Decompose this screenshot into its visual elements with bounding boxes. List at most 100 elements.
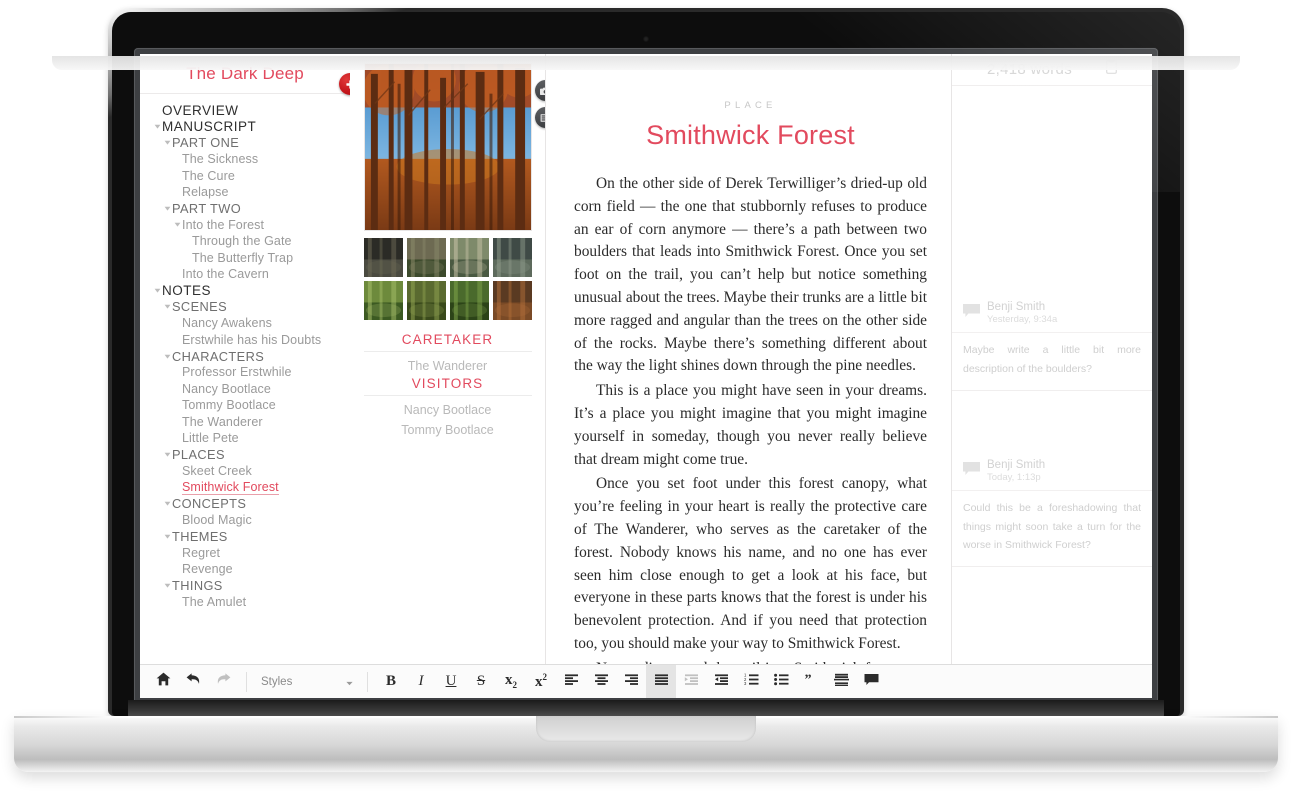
subscript-button-glyph: x2 xyxy=(505,672,517,690)
binder-item-little-pete[interactable]: Little Pete xyxy=(140,430,350,446)
binder-item-scenes[interactable]: SCENES xyxy=(140,299,350,315)
disclosure-triangle-icon[interactable] xyxy=(162,205,172,212)
comment-item[interactable]: Benji Smith Today, 1:13p Could this be a f… xyxy=(952,451,1152,568)
align-left-button[interactable] xyxy=(556,665,586,699)
metadata-value[interactable]: Nancy Bootlace xyxy=(364,400,532,420)
align-center-button[interactable] xyxy=(586,665,616,699)
thumbnail-4[interactable] xyxy=(492,238,532,277)
undo-button[interactable] xyxy=(178,665,208,699)
disclosure-triangle-icon[interactable] xyxy=(172,221,182,228)
lid-inner: The Dark Deep OVERVIEW MANUSCRIPT PART ONE… xyxy=(112,12,1180,716)
superscript-button-glyph: x2 xyxy=(535,672,547,690)
binder-item-things[interactable]: THINGS xyxy=(140,577,350,593)
binder-item-skeet-creek[interactable]: Skeet Creek xyxy=(140,463,350,479)
thumbnail-3[interactable] xyxy=(449,238,489,277)
disclosure-triangle-icon[interactable] xyxy=(162,582,172,589)
binder-item-into-the-cavern[interactable]: Into the Cavern xyxy=(140,266,350,282)
disclosure-triangle-icon[interactable] xyxy=(152,123,162,130)
binder-item-into-the-forest[interactable]: Into the Forest xyxy=(140,217,350,233)
disclosure-triangle-icon[interactable] xyxy=(152,287,162,294)
binder-item-smithwick-forest[interactable]: Smithwick Forest xyxy=(140,479,350,495)
bold-button[interactable]: B xyxy=(376,665,406,699)
align-right-button[interactable] xyxy=(616,665,646,699)
binder-item-nancy-awakens[interactable]: Nancy Awakens xyxy=(140,315,350,331)
thumbnail-6[interactable] xyxy=(406,281,446,320)
horizontal-rule-button[interactable] xyxy=(826,665,856,699)
binder-item-label: The Wanderer xyxy=(182,414,263,429)
thumbnail-1[interactable] xyxy=(363,238,403,277)
disclosure-triangle-icon[interactable] xyxy=(162,500,172,507)
ordered-list-button[interactable]: 123 xyxy=(736,665,766,699)
binder-item-label: SCENES xyxy=(172,299,228,315)
outdent-button[interactable] xyxy=(706,665,736,699)
binder-item-overview[interactable]: OVERVIEW xyxy=(140,102,350,118)
italic-button[interactable]: I xyxy=(406,665,436,699)
gallery-button[interactable] xyxy=(535,107,545,128)
strikethrough-button[interactable]: S xyxy=(466,665,496,699)
chevron-down-icon xyxy=(154,124,160,129)
superscript-button[interactable]: x2 xyxy=(526,665,556,699)
metadata-value[interactable]: The Wanderer xyxy=(364,356,532,376)
binder-item-professor-erstwhile[interactable]: Professor Erstwhile xyxy=(140,364,350,380)
binder-item-characters[interactable]: CHARACTERS xyxy=(140,348,350,364)
binder-item-part-two[interactable]: PART TWO xyxy=(140,200,350,216)
binder-item-the-butterfly-trap[interactable]: The Butterfly Trap xyxy=(140,250,350,266)
thumbnail-7[interactable] xyxy=(449,281,489,320)
comment-button[interactable] xyxy=(856,665,886,699)
blockquote-button[interactable]: ” xyxy=(796,665,826,699)
binder-sidebar: The Dark Deep OVERVIEW MANUSCRIPT PART ONE… xyxy=(140,54,350,664)
binder-item-part-one[interactable]: PART ONE xyxy=(140,135,350,151)
toolbar-separator xyxy=(246,671,247,692)
binder-item-nancy-bootlace[interactable]: Nancy Bootlace xyxy=(140,381,350,397)
subscript-button[interactable]: x2 xyxy=(496,665,526,699)
justify-button[interactable] xyxy=(646,664,676,698)
binder-item-label: Revenge xyxy=(182,562,233,577)
disclosure-triangle-icon[interactable] xyxy=(162,451,172,458)
bullet-list-button[interactable] xyxy=(766,665,796,699)
binder-item-relapse[interactable]: Relapse xyxy=(140,184,350,200)
document-body[interactable]: On the other side of Derek Terwilliger’s… xyxy=(574,173,927,664)
laptop-lid: The Dark Deep OVERVIEW MANUSCRIPT PART ONE… xyxy=(108,8,1184,716)
binder-item-notes[interactable]: NOTES xyxy=(140,282,350,298)
thumbnail-2[interactable] xyxy=(406,238,446,277)
styles-dropdown[interactable]: Styles xyxy=(255,670,359,694)
comment-body[interactable]: Maybe write a little bit more descriptio… xyxy=(952,333,1152,390)
binder-tree[interactable]: OVERVIEW MANUSCRIPT PART ONE The Sickness Th… xyxy=(140,94,350,664)
binder-item-tommy-bootlace[interactable]: Tommy Bootlace xyxy=(140,397,350,413)
binder-item-regret[interactable]: Regret xyxy=(140,545,350,561)
binder-item-concepts[interactable]: CONCEPTS xyxy=(140,495,350,511)
binder-item-places[interactable]: PLACES xyxy=(140,446,350,462)
hero-image[interactable] xyxy=(363,63,532,231)
metadata-value[interactable]: Tommy Bootlace xyxy=(364,420,532,440)
binder-item-through-the-gate[interactable]: Through the Gate xyxy=(140,233,350,249)
binder-item-the-amulet[interactable]: The Amulet xyxy=(140,594,350,610)
editor-content[interactable]: PLACE Smithwick Forest On the other side… xyxy=(546,54,951,664)
binder-item-the-wanderer[interactable]: The Wanderer xyxy=(140,413,350,429)
binder-item-themes[interactable]: THEMES xyxy=(140,528,350,544)
binder-item-revenge[interactable]: Revenge xyxy=(140,561,350,577)
disclosure-triangle-icon[interactable] xyxy=(162,533,172,540)
binder-item-erstwhile-has-his-doubts[interactable]: Erstwhile has his Doubts xyxy=(140,331,350,347)
disclosure-triangle-icon[interactable] xyxy=(162,353,172,360)
home-button[interactable] xyxy=(148,665,178,699)
binder-item-the-sickness[interactable]: The Sickness xyxy=(140,151,350,167)
formatting-toolbar[interactable]: Styles B I U Sx2 x2 1 2 3 ” xyxy=(140,664,1152,698)
disclosure-triangle-icon[interactable] xyxy=(162,303,172,310)
underline-button[interactable]: U xyxy=(436,665,466,699)
binder-item-blood-magic[interactable]: Blood Magic xyxy=(140,512,350,528)
thumbnail-5[interactable] xyxy=(363,281,403,320)
underline-button-glyph: U xyxy=(445,673,457,689)
comment-body[interactable]: Could this be a foreshadowing that thing… xyxy=(952,491,1152,566)
indent-button xyxy=(676,665,706,699)
comment-item[interactable]: Benji Smith Yesterday, 9:34a Maybe write a… xyxy=(952,293,1152,391)
disclosure-triangle-icon[interactable] xyxy=(162,139,172,146)
document-card-panel: CARETAKER The Wanderer VISITORS Nancy Bootl… xyxy=(350,54,546,664)
thumbnail-strip[interactable] xyxy=(363,238,532,320)
comments-list[interactable]: Benji Smith Yesterday, 9:34a Maybe write a… xyxy=(952,86,1152,664)
thumbnail-8[interactable] xyxy=(492,281,532,320)
binder-item-label: The Sickness xyxy=(182,152,259,167)
binder-item-manuscript[interactable]: MANUSCRIPT xyxy=(140,118,350,134)
camera-button[interactable] xyxy=(535,80,545,101)
chevron-down-icon xyxy=(164,206,170,211)
binder-item-the-cure[interactable]: The Cure xyxy=(140,168,350,184)
